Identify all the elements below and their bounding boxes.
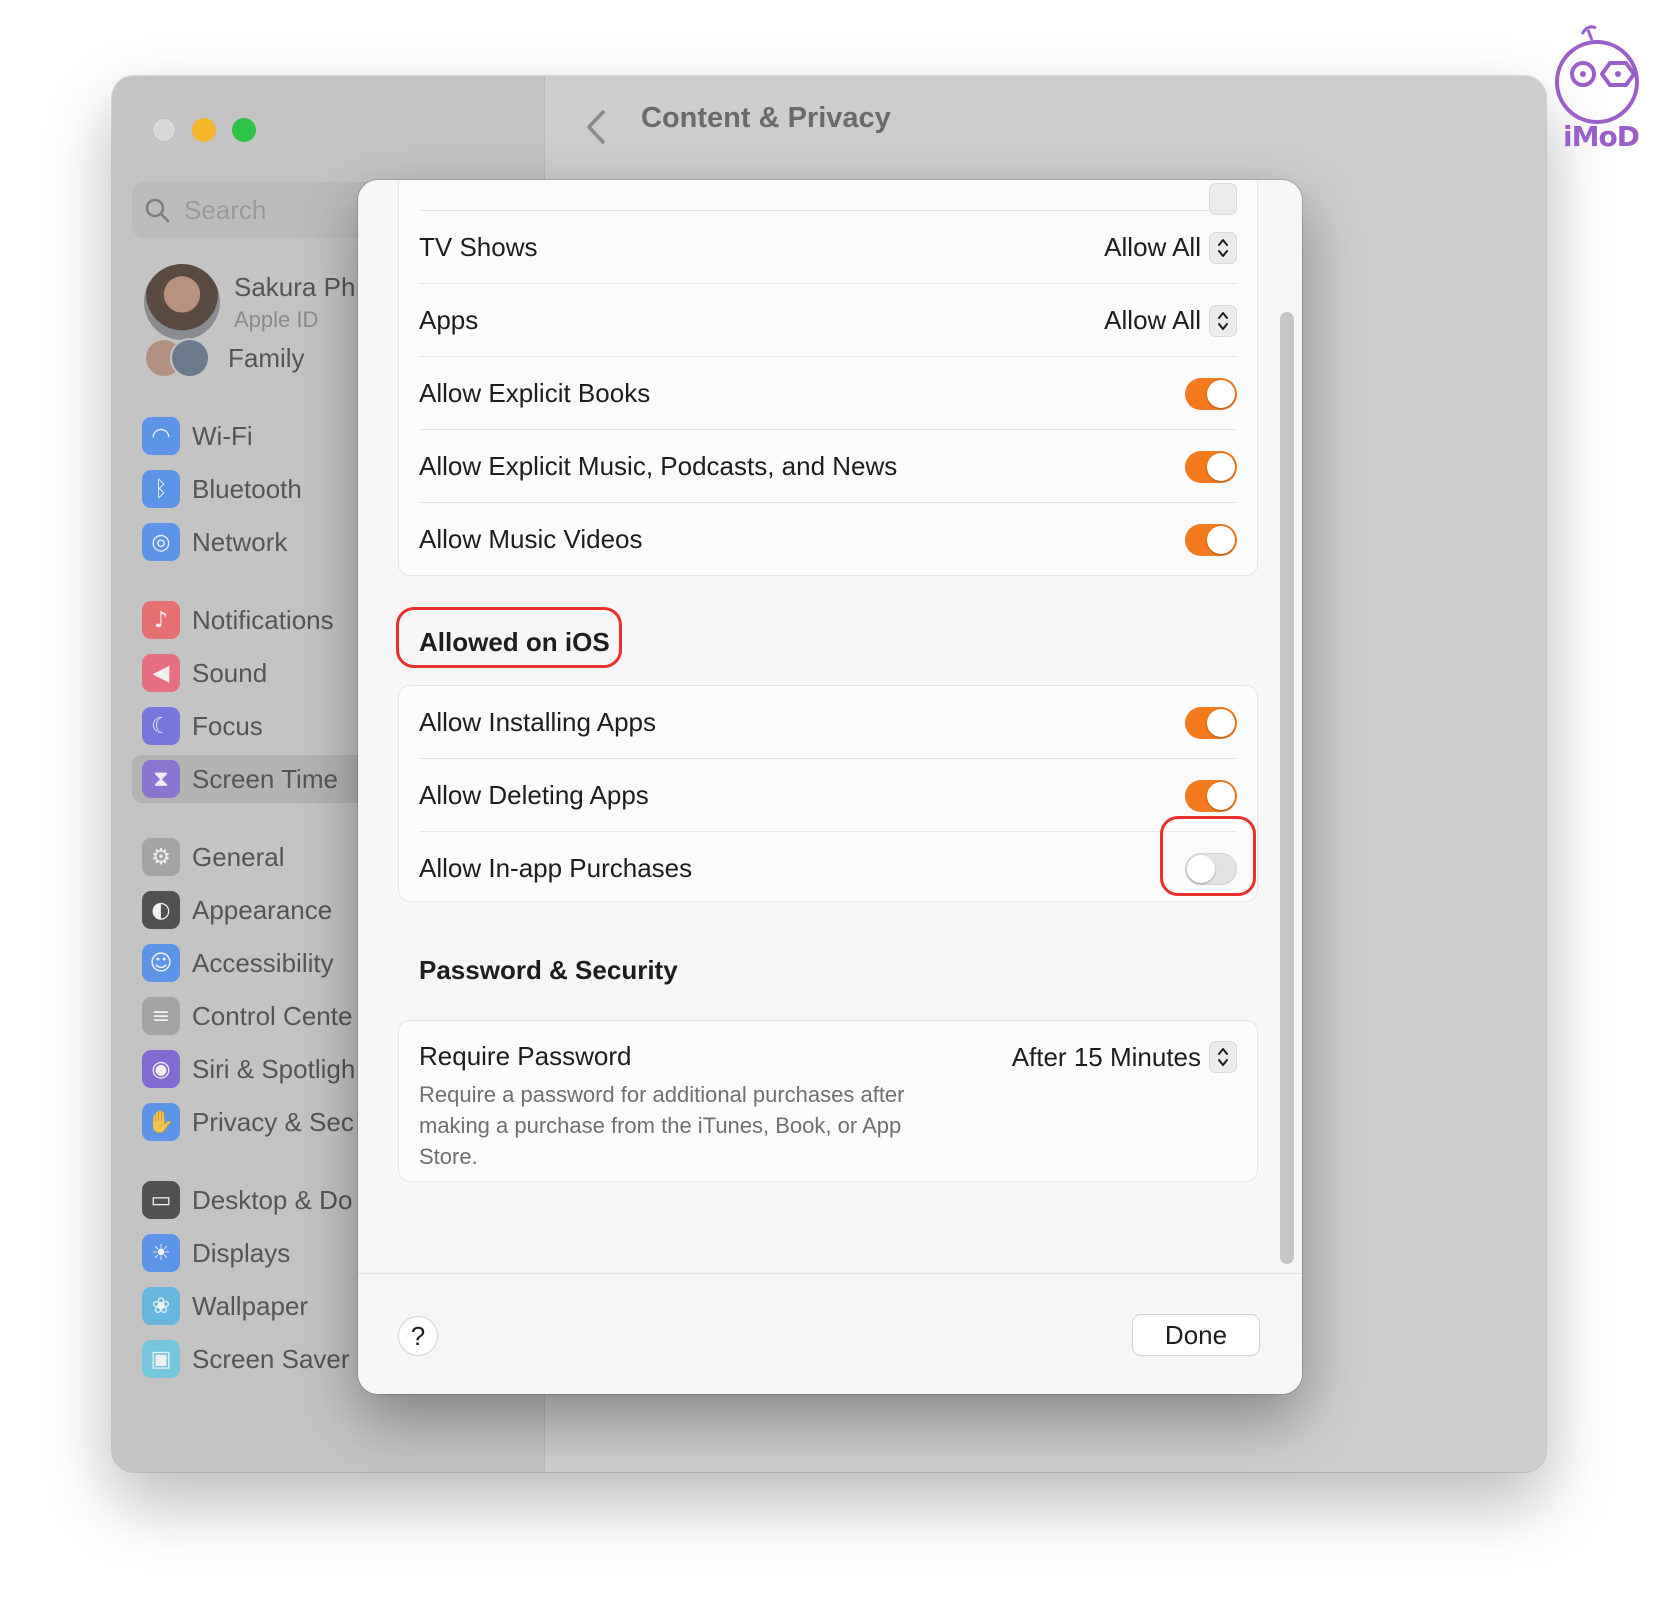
toggle-knob bbox=[1207, 781, 1235, 810]
stepper-icon bbox=[1209, 1041, 1237, 1073]
profile-subtitle: Apple ID bbox=[234, 306, 319, 332]
done-button[interactable]: Done bbox=[1132, 1314, 1260, 1356]
sidebar-item-label: Screen Time bbox=[192, 763, 338, 794]
hourglass-icon: ⧗ bbox=[142, 760, 180, 798]
sidebar-item-label: Network bbox=[192, 526, 288, 557]
row-label: Allow Explicit Music, Podcasts, and News bbox=[419, 451, 898, 481]
sidebar-item-label: Control Cente bbox=[192, 1000, 353, 1031]
sidebar-item-label: Desktop & Do bbox=[192, 1184, 353, 1215]
desktop-icon: ▭ bbox=[142, 1181, 180, 1219]
accessibility-icon: ☺ bbox=[142, 944, 180, 982]
sidebar-item-label: Accessibility bbox=[192, 947, 334, 978]
sidebar-item-label: Siri & Spotligh bbox=[192, 1053, 356, 1084]
avatar bbox=[144, 264, 220, 340]
movies-row-partial bbox=[419, 180, 1237, 215]
sidebar-item-label: Notifications bbox=[192, 604, 334, 635]
profile-name: Sakura Ph bbox=[234, 271, 356, 302]
row-allow-explicit-books: Allow Explicit Books bbox=[419, 357, 1237, 430]
row-allow-installing-apps: Allow Installing Apps bbox=[419, 686, 1237, 759]
sidebar-item-label: Screen Saver bbox=[192, 1343, 350, 1374]
require-password-popup[interactable]: After 15 Minutes bbox=[1012, 1041, 1237, 1073]
sidebar-item-label: Bluetooth bbox=[192, 473, 302, 504]
row-label: Allow Explicit Books bbox=[419, 378, 651, 408]
sheet-footer: ? Done bbox=[358, 1273, 1302, 1394]
control-center-icon: ≡ bbox=[142, 997, 180, 1035]
sheet-scroll-area[interactable]: TV Shows Allow All Apps Allow All Allow Expl… bbox=[358, 180, 1302, 1273]
family-label: Family bbox=[228, 342, 305, 373]
row-allow-music-videos: Allow Music Videos bbox=[419, 503, 1237, 576]
toggle-allow-explicit-music-podcasts-and-news[interactable] bbox=[1185, 450, 1237, 483]
require-password-description: Require a password for additional purcha… bbox=[419, 1082, 905, 1169]
sidebar-item-label: Privacy & Sec bbox=[192, 1106, 354, 1137]
content-privacy-sheet: TV Shows Allow All Apps Allow All Allow Expl… bbox=[358, 180, 1302, 1394]
toggle-knob bbox=[1207, 708, 1235, 737]
sidebar-item-label: Displays bbox=[192, 1237, 291, 1268]
sidebar-item-family[interactable]: Family bbox=[144, 338, 305, 378]
row-allow-deleting-apps: Allow Deleting Apps bbox=[419, 759, 1237, 832]
row-allow-in-app-purchases: Allow In-app Purchases bbox=[419, 832, 1237, 905]
page-title: Content & Privacy bbox=[641, 102, 891, 134]
toggle-knob bbox=[1207, 379, 1235, 408]
flower-icon: ❀ bbox=[142, 1287, 180, 1325]
popup-value: Allow All bbox=[1104, 232, 1201, 262]
globe-icon: ◎ bbox=[142, 523, 180, 561]
toggle-allow-installing-apps[interactable] bbox=[1185, 706, 1237, 739]
moon-icon: ☾ bbox=[142, 707, 180, 745]
gear-icon: ⚙ bbox=[142, 838, 180, 876]
sidebar-item-label: Appearance bbox=[192, 894, 333, 925]
sidebar-item-label: Wallpaper bbox=[192, 1290, 309, 1321]
back-chevron-icon[interactable] bbox=[585, 108, 609, 146]
scrollbar[interactable] bbox=[1280, 312, 1294, 1264]
sidebar-item-label: Focus bbox=[192, 710, 263, 741]
sun-icon: ☀ bbox=[142, 1234, 180, 1272]
help-button[interactable]: ? bbox=[398, 1316, 438, 1356]
bell-icon: ♪ bbox=[142, 601, 180, 639]
family-avatars bbox=[144, 338, 214, 378]
toggle-knob bbox=[1207, 525, 1235, 554]
appearance-icon: ◐ bbox=[142, 891, 180, 929]
require-password-label: Require Password bbox=[419, 1041, 632, 1071]
stepper-icon bbox=[1209, 304, 1237, 337]
wifi-icon: ◠ bbox=[142, 417, 180, 455]
password-group: Require Password After 15 Minutes Requir… bbox=[398, 1020, 1258, 1182]
sidebar-item-label: Wi-Fi bbox=[192, 420, 253, 451]
apple-id-profile[interactable]: Sakura Ph Apple ID bbox=[144, 264, 355, 340]
row-label: Apps bbox=[419, 305, 479, 335]
sidebar-item-label: General bbox=[192, 841, 285, 872]
row-tv-shows: TV Shows Allow All bbox=[419, 211, 1237, 284]
row-allow-explicit-music-podcasts-and-news: Allow Explicit Music, Podcasts, and News bbox=[419, 430, 1237, 503]
close-window-button[interactable] bbox=[152, 118, 176, 142]
hand-icon: ✋ bbox=[142, 1103, 180, 1141]
search-placeholder: Search bbox=[184, 194, 267, 225]
toggle-allow-explicit-books[interactable] bbox=[1185, 377, 1237, 410]
popup-tv-shows[interactable]: Allow All bbox=[1104, 231, 1237, 264]
stepper-icon bbox=[1209, 231, 1237, 264]
section-title-password-security: Password & Security bbox=[419, 955, 678, 985]
zoom-window-button[interactable] bbox=[232, 118, 256, 142]
watermark-text: iMoD bbox=[1563, 120, 1640, 153]
screensaver-icon: ▣ bbox=[142, 1340, 180, 1378]
row-label: TV Shows bbox=[419, 232, 538, 262]
row-label: Allow In-app Purchases bbox=[419, 853, 693, 883]
bluetooth-icon: ᛒ bbox=[142, 470, 180, 508]
media-restrictions-group: TV Shows Allow All Apps Allow All Allow Expl… bbox=[398, 180, 1258, 576]
popup-value: Allow All bbox=[1104, 305, 1201, 335]
siri-icon: ◉ bbox=[142, 1050, 180, 1088]
highlight-box bbox=[1160, 816, 1256, 896]
require-password-value: After 15 Minutes bbox=[1011, 1041, 1201, 1072]
toggle-allow-music-videos[interactable] bbox=[1185, 523, 1237, 556]
ios-group: Allow Installing Apps Allow Deleting Apps… bbox=[398, 685, 1258, 902]
search-icon bbox=[145, 198, 170, 223]
speaker-icon: ◀ bbox=[142, 654, 180, 692]
toggle-allow-deleting-apps[interactable] bbox=[1185, 779, 1237, 812]
highlight-box bbox=[396, 607, 622, 668]
sidebar-item-label: Sound bbox=[192, 657, 268, 688]
minimize-window-button[interactable] bbox=[192, 118, 216, 142]
row-label: Allow Deleting Apps bbox=[419, 780, 649, 810]
toggle-knob bbox=[1207, 452, 1235, 481]
row-apps: Apps Allow All bbox=[419, 284, 1237, 357]
row-label: Allow Installing Apps bbox=[419, 707, 657, 737]
popup-apps[interactable]: Allow All bbox=[1104, 304, 1237, 337]
row-label: Allow Music Videos bbox=[419, 524, 643, 554]
